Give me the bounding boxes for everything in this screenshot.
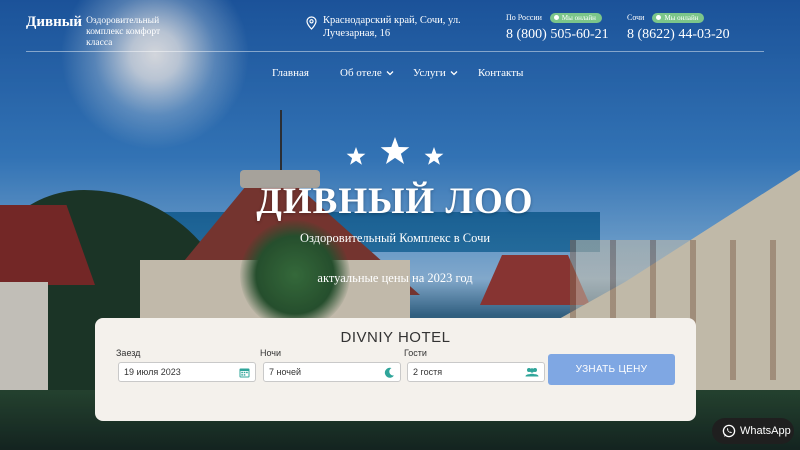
chevron-down-icon (386, 71, 394, 76)
hero-title: ДИВНЫЙ ЛОО (256, 181, 534, 222)
online-badge: Мы онлайн (652, 12, 705, 23)
guests-label: Гости (404, 348, 427, 358)
people-icon (525, 367, 539, 377)
nights-value: 7 ночей (269, 367, 302, 377)
phone-russia: По России Мы онлайн 8 (800) 505-60-21 (506, 11, 609, 43)
phone-sochi: Сочи Мы онлайн 8 (8622) 44-03-20 (627, 11, 730, 43)
logo-subtitle: Оздоровительный комплекс комфорт класса (86, 16, 161, 48)
online-badge: Мы онлайн (549, 12, 602, 23)
moon-icon (384, 367, 395, 378)
phone-number-link[interactable]: 8 (800) 505-60-21 (506, 27, 609, 43)
main-nav: Главная Об отеле Услуги Контакты (0, 67, 800, 81)
logo-name: Дивный (26, 14, 83, 30)
guests-field[interactable]: 2 гостя (407, 362, 545, 382)
star-icon (424, 147, 444, 165)
hero-subtitle: Оздоровительный Комплекс в Сочи (299, 231, 491, 245)
logo[interactable]: Дивный Оздоровительный комплекс комфорт … (26, 14, 186, 49)
whatsapp-label: WhatsApp (740, 425, 791, 437)
checkin-date-field[interactable]: 19 июля 2023 (118, 362, 256, 382)
hotel-stars-rating (346, 137, 444, 165)
hero-prices-text: актуальные цены на 2023 год (317, 271, 473, 285)
calendar-icon (239, 367, 250, 378)
get-price-button[interactable]: УЗНАТЬ ЦЕНУ (548, 354, 675, 385)
nav-item-services[interactable]: Услуги (413, 67, 458, 79)
guests-value: 2 гостя (413, 367, 443, 377)
phone-region-label: По России (506, 13, 542, 22)
nights-field[interactable]: 7 ночей (263, 362, 401, 382)
address-line-1: Краснодарский край, Сочи, ул. (323, 15, 461, 26)
address: Краснодарский край, Сочи, ул. Лучезарная… (306, 14, 461, 40)
address-line-2: Лучезарная, 16 (323, 28, 391, 39)
star-icon (380, 137, 410, 164)
site-header: Дивный Оздоровительный комплекс комфорт … (0, 0, 800, 52)
location-pin-icon (306, 16, 317, 30)
booking-title: DIVNIY HOTEL (340, 329, 451, 346)
phone-number-link[interactable]: 8 (8622) 44-03-20 (627, 27, 730, 43)
online-dot-icon (553, 15, 559, 20)
whatsapp-icon (722, 424, 736, 438)
phone-region-label: Сочи (627, 13, 645, 22)
nav-item-home[interactable]: Главная (272, 67, 309, 79)
online-dot-icon (656, 15, 662, 20)
nav-item-about[interactable]: Об отеле (340, 67, 394, 79)
nav-item-contacts[interactable]: Контакты (478, 67, 523, 79)
booking-form: DIVNIY HOTEL Заезд 19 июля 2023 Ночи 7 н… (95, 318, 696, 421)
checkin-date-value: 19 июля 2023 (124, 367, 181, 377)
nights-label: Ночи (260, 348, 282, 358)
header-divider (26, 51, 764, 52)
chevron-down-icon (450, 71, 458, 76)
star-icon (346, 147, 366, 165)
whatsapp-button[interactable]: WhatsApp (712, 418, 794, 444)
checkin-label: Заезд (116, 348, 141, 358)
